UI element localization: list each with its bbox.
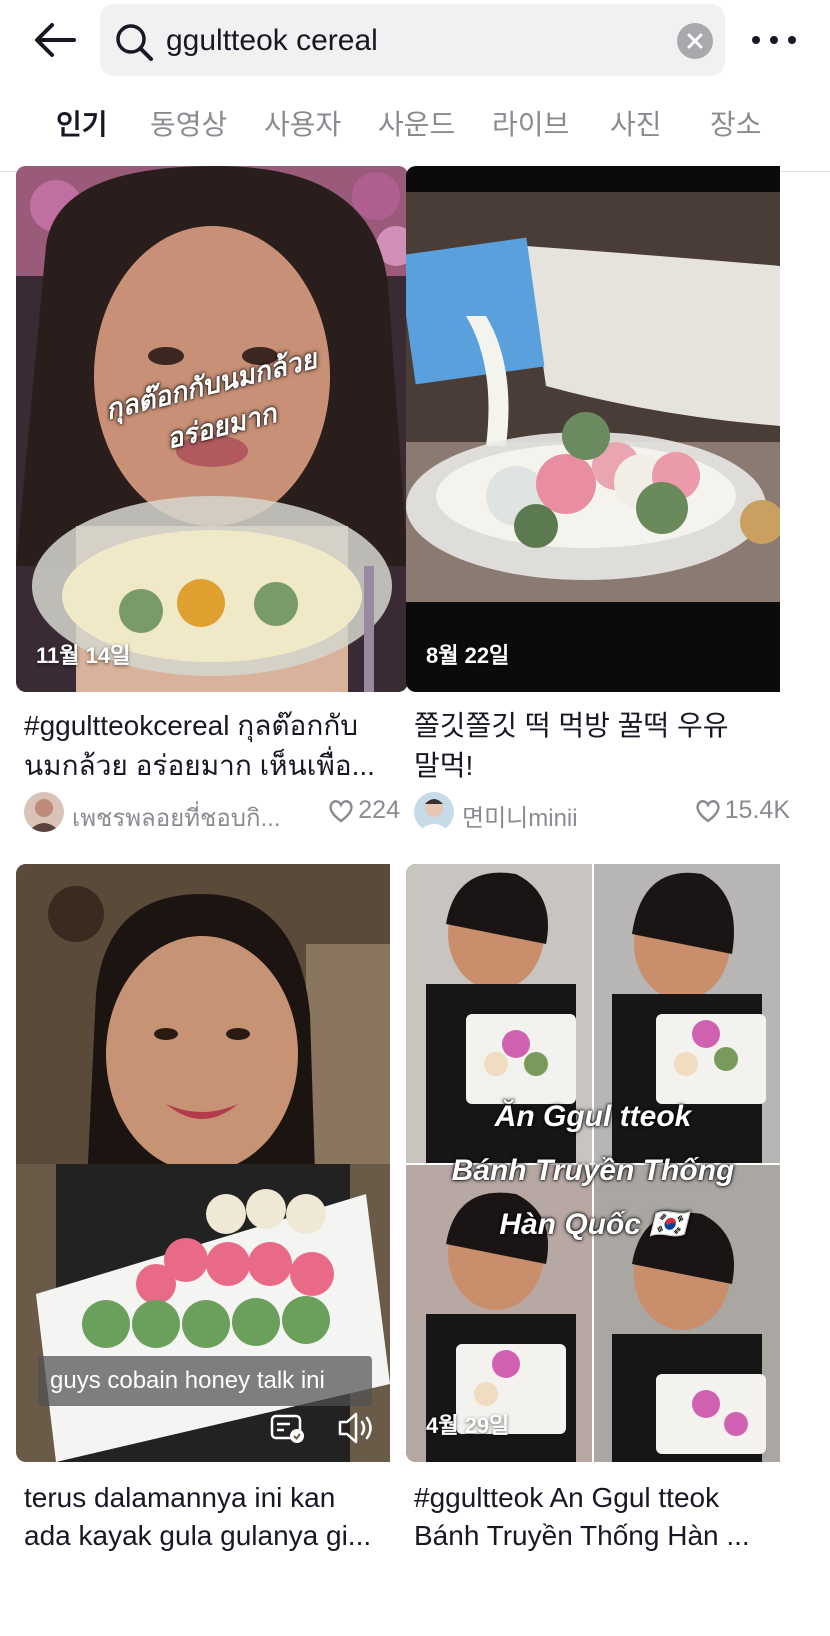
like-count: 224 (328, 796, 400, 825)
post-date: 4월 29일 (426, 1413, 510, 1438)
captions-icon[interactable] (270, 1412, 306, 1444)
video-title-line: terus dalamannya ini kan (24, 1482, 336, 1513)
video-thumbnail[interactable]: Ăn Ggul tteok Bánh Truyền Thống Hàn Quốc… (406, 864, 798, 1462)
video-meta: เพชรพลอยที่ชอบกิ... 224 (24, 790, 408, 834)
video-card[interactable]: guys cobain honey talk ini terus dalaman… (16, 864, 408, 1636)
tab-places[interactable]: 장소 (710, 108, 762, 142)
video-title-line: 말먹! (414, 750, 474, 781)
video-title-line: #ggultteok An Ggul tteok (414, 1482, 720, 1513)
back-button[interactable] (30, 18, 78, 62)
video-title-line: 쫄깃쫄깃 떡 먹방 꿀떡 우유 (414, 710, 729, 741)
caption-overlay: guys cobain honey talk ini (38, 1356, 372, 1406)
tab-top[interactable]: 인기 (56, 108, 108, 142)
author-name[interactable]: เพชรพลอยที่ชอบกิ... (72, 798, 292, 837)
top-bar: ggultteok cereal (0, 0, 830, 80)
video-title-line: นมกล้วย อร่อยมาก เห็นเพื่อ... (24, 750, 375, 781)
more-dot-icon (752, 36, 760, 44)
like-count: 15.4K (695, 796, 790, 825)
avatar[interactable] (24, 792, 64, 832)
thumbnail-overlay-text: Ăn Ggul tteok Bánh Truyền Thống Hàn Quốc… (451, 1100, 735, 1241)
author-name[interactable]: 면미니minii (462, 798, 682, 833)
clear-search-button[interactable] (677, 23, 713, 59)
like-count-value: 224 (358, 796, 400, 824)
post-date: 8월 22일 (426, 643, 510, 668)
video-thumbnail[interactable]: 8월 22일 (406, 166, 798, 692)
thumbnail-image (406, 166, 780, 692)
tab-videos[interactable]: 동영상 (150, 108, 227, 142)
like-count-value: 15.4K (724, 796, 790, 824)
back-arrow-icon (35, 23, 76, 57)
video-card[interactable]: Ăn Ggul tteok Bánh Truyền Thống Hàn Quốc… (406, 864, 798, 1636)
post-date: 11월 14일 (36, 643, 131, 668)
video-thumbnail[interactable]: guys cobain honey talk ini (16, 864, 408, 1462)
sound-icon[interactable] (336, 1410, 376, 1446)
more-dot-icon (770, 36, 778, 44)
more-dot-icon (788, 36, 796, 44)
video-title-line: #ggultteokcereal กุลต๊อกกับ (24, 710, 359, 741)
search-tabs: 인기 동영상 사용자 사운드 라이브 사진 장소 (0, 96, 830, 172)
video-thumbnail[interactable]: กุลต๊อกกับนมกล้วย อร่อยมาก 11월 14일 (16, 166, 408, 692)
tab-sounds[interactable]: 사운드 (378, 108, 455, 142)
tab-photos[interactable]: 사진 (610, 108, 662, 142)
tab-users[interactable]: 사용자 (264, 108, 341, 142)
search-query-text: ggultteok cereal (166, 24, 378, 57)
tab-live[interactable]: 라이브 (492, 108, 569, 142)
video-title-line: ada kayak gula gulanya gi... (24, 1520, 372, 1551)
video-card[interactable]: 8월 22일 쫄깃쫄깃 떡 먹방 꿀떡 우유 말먹! 면미니minii 15.4… (406, 166, 798, 846)
video-meta: 면미니minii 15.4K (414, 790, 798, 834)
avatar[interactable] (414, 792, 454, 832)
close-icon (687, 33, 703, 49)
video-card[interactable]: กุลต๊อกกับนมกล้วย อร่อยมาก 11월 14일 #ggul… (16, 166, 408, 846)
search-input[interactable]: ggultteok cereal (100, 4, 725, 76)
heart-icon (696, 799, 720, 822)
more-options-button[interactable] (752, 28, 796, 52)
video-title-line: Bánh Truyền Thống Hàn ... (414, 1520, 750, 1551)
search-icon (116, 24, 153, 61)
heart-icon (329, 799, 353, 822)
